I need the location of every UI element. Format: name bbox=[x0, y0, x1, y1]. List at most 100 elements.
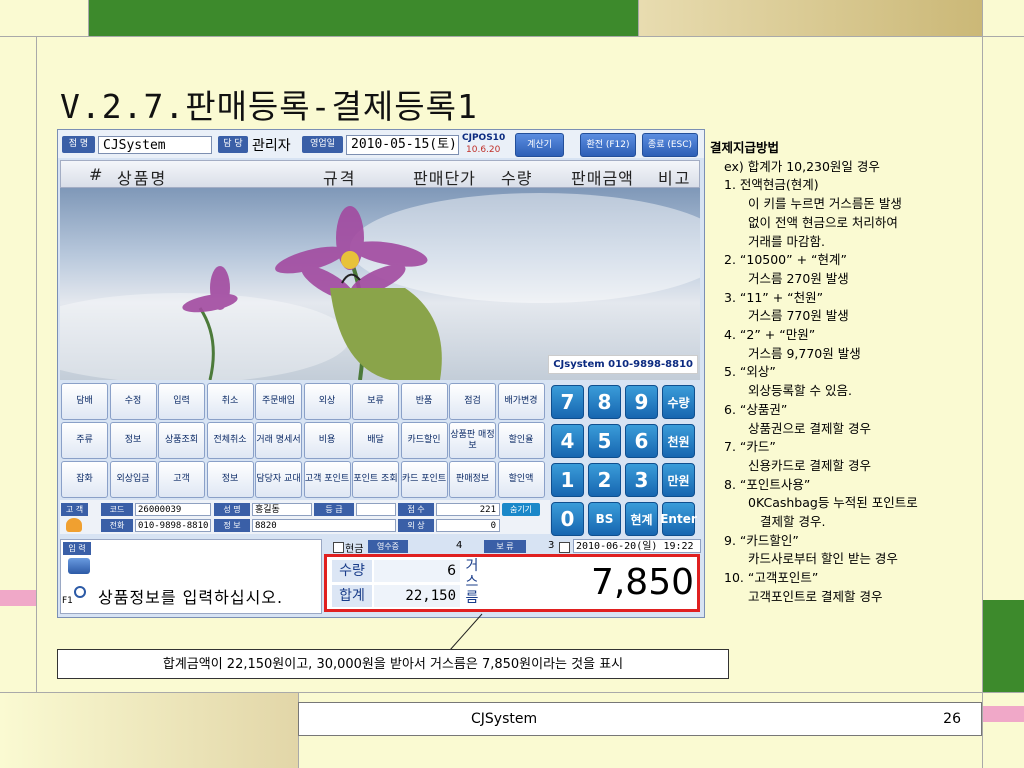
scanner-icon bbox=[68, 558, 90, 574]
func-button[interactable]: 외상 bbox=[303, 383, 351, 420]
func-button[interactable]: 점검 bbox=[449, 383, 496, 420]
numpad-key[interactable]: 4 bbox=[551, 424, 584, 458]
func-button[interactable]: 포인트 조회 bbox=[352, 461, 399, 498]
points-label: 점 수 bbox=[398, 503, 434, 516]
func-button[interactable]: 상품조회 bbox=[158, 422, 205, 459]
customer-label: 고 객 bbox=[61, 503, 88, 516]
bizdate-field[interactable]: 2010-05-15(토) bbox=[346, 135, 459, 155]
func-button[interactable]: 카드 포인트 bbox=[400, 461, 448, 498]
func-button[interactable]: 취소 bbox=[206, 383, 254, 420]
func-button[interactable]: 할인액 bbox=[497, 461, 545, 498]
hold-button[interactable]: 보 류 bbox=[484, 540, 526, 553]
brand-banner: CJsystem 010-9898-8810 bbox=[548, 355, 698, 374]
notes-line: 3. “11” + “천원” bbox=[724, 289, 824, 305]
func-button[interactable]: 정보 bbox=[206, 461, 254, 498]
store-label: 점 명 bbox=[62, 136, 95, 153]
cash-checkbox[interactable] bbox=[333, 542, 344, 553]
func-button[interactable]: 비용 bbox=[303, 422, 351, 459]
numpad-key[interactable]: 천원 bbox=[662, 424, 695, 458]
notes-line: 4. “2” + “만원” bbox=[724, 327, 816, 343]
func-button[interactable]: 고객 포인트 bbox=[303, 461, 351, 498]
numpad-key[interactable]: 현계 bbox=[625, 502, 658, 536]
item-table-header: # 상품명 규격 판매단가 수량 판매금액 비고 bbox=[60, 160, 700, 188]
func-button[interactable]: 배가변경 bbox=[497, 383, 545, 420]
func-button[interactable]: 정보 bbox=[109, 422, 157, 459]
numpad-key[interactable]: 0 bbox=[551, 502, 584, 536]
col-note: 비고 bbox=[658, 169, 692, 188]
numpad-key[interactable]: BS bbox=[588, 502, 621, 536]
receipt-button[interactable]: 영수증 bbox=[368, 540, 408, 553]
func-button[interactable]: 전체취소 bbox=[206, 422, 254, 459]
func-button[interactable]: 담당자 교대 bbox=[255, 461, 302, 498]
credit-label: 외 상 bbox=[398, 519, 434, 532]
func-button[interactable]: 잡화 bbox=[61, 461, 108, 498]
col-unit-price: 판매단가 bbox=[413, 169, 476, 188]
func-button[interactable]: 외상입금 bbox=[109, 461, 157, 498]
func-button[interactable]: 할인율 bbox=[497, 422, 545, 459]
code-label: 코드 bbox=[101, 503, 133, 516]
numpad-key[interactable]: 7 bbox=[551, 385, 584, 419]
deco-green-right bbox=[983, 600, 1024, 692]
name-label: 성 명 bbox=[214, 503, 250, 516]
func-button[interactable]: 반품 bbox=[400, 383, 448, 420]
caption-box: 합계금액이 22,150원이고, 30,000원을 받아서 거스름은 7,850… bbox=[57, 649, 729, 679]
pos-window: 점 명 CJSystem 담 당 관리자 영업일 2010-05-15(토) C… bbox=[57, 129, 705, 618]
func-button[interactable]: 주류 bbox=[61, 422, 108, 459]
numpad-key[interactable]: 수량 bbox=[662, 385, 695, 419]
customer-icon bbox=[66, 518, 82, 532]
grade-label: 등 급 bbox=[314, 503, 354, 516]
slide-title: V.2.7.판매등록-결제등록1 bbox=[60, 87, 478, 126]
callout-line bbox=[449, 613, 483, 651]
exit-button[interactable]: 종료 (ESC) bbox=[642, 133, 698, 157]
store-field[interactable]: CJSystem bbox=[98, 136, 212, 154]
info-field[interactable]: 8820 bbox=[252, 519, 396, 532]
version-name: CJPOS10 bbox=[462, 133, 506, 143]
deco-pink-left bbox=[0, 590, 36, 606]
name-field[interactable]: 홍길동 bbox=[252, 503, 312, 516]
notes-line: 카드사로부터 할인 받는 경우 bbox=[748, 551, 898, 567]
phone-field[interactable]: 010-9898-8810 bbox=[135, 519, 211, 532]
notes-line: 거스름 9,770원 발생 bbox=[748, 345, 861, 361]
numpad-key[interactable]: 만원 bbox=[662, 463, 695, 497]
func-button[interactable]: 거래 명세서 bbox=[255, 422, 302, 459]
exchange-button[interactable]: 환전 (F12) bbox=[580, 133, 636, 157]
calculator-button[interactable]: 계산기 bbox=[515, 133, 564, 157]
manager-value: 관리자 bbox=[252, 138, 291, 154]
func-button[interactable]: 담배 bbox=[61, 383, 108, 420]
change-label-1: 거 bbox=[465, 558, 479, 574]
col-number: # bbox=[89, 165, 103, 184]
func-button[interactable]: 카드할인 bbox=[400, 422, 448, 459]
col-spec: 규격 bbox=[323, 169, 357, 188]
func-button[interactable]: 상품판 매정보 bbox=[449, 422, 496, 459]
payment-notes: 결제지급방법 ex) 합계가 10,230원일 경우 1. 전액현금(현계) 이 키… bbox=[710, 139, 1010, 607]
points-field[interactable]: 221 bbox=[436, 503, 500, 516]
numpad-key[interactable]: Enter bbox=[660, 502, 697, 536]
notes-line: 거스름 770원 발생 bbox=[748, 308, 849, 324]
numpad-key[interactable]: 3 bbox=[625, 463, 658, 497]
input-label: 입 력 bbox=[63, 542, 91, 555]
func-button[interactable]: 보류 bbox=[352, 383, 399, 420]
numpad-key[interactable]: 2 bbox=[588, 463, 621, 497]
numpad-key[interactable]: 9 bbox=[625, 385, 658, 419]
deco-pink-right bbox=[983, 706, 1024, 722]
hold-checkbox[interactable] bbox=[559, 542, 570, 553]
func-button[interactable]: 주문배입 bbox=[255, 383, 302, 420]
numpad-key[interactable]: 1 bbox=[551, 463, 584, 497]
func-button[interactable]: 수정 bbox=[109, 383, 157, 420]
grade-field[interactable] bbox=[356, 503, 396, 516]
notes-heading: 결제지급방법 bbox=[710, 140, 780, 155]
func-button[interactable]: 고객 bbox=[158, 461, 205, 498]
version-date: 10.6.20 bbox=[466, 145, 501, 155]
code-field[interactable]: 26000039 bbox=[135, 503, 211, 516]
footer-company: CJSystem bbox=[471, 711, 538, 727]
func-button[interactable]: 판매정보 bbox=[449, 461, 496, 498]
notes-line: 고객포인트로 결제할 경우 bbox=[748, 588, 883, 604]
numpad-key[interactable]: 8 bbox=[588, 385, 621, 419]
numpad-key[interactable]: 6 bbox=[625, 424, 658, 458]
credit-field[interactable]: 0 bbox=[436, 519, 500, 532]
numpad-key[interactable]: 5 bbox=[588, 424, 621, 458]
func-button[interactable]: 입력 bbox=[158, 383, 205, 420]
func-button[interactable]: 배달 bbox=[352, 422, 399, 459]
hide-button[interactable]: 숨기기 bbox=[502, 503, 540, 516]
sum-label: 합계 bbox=[332, 585, 372, 607]
